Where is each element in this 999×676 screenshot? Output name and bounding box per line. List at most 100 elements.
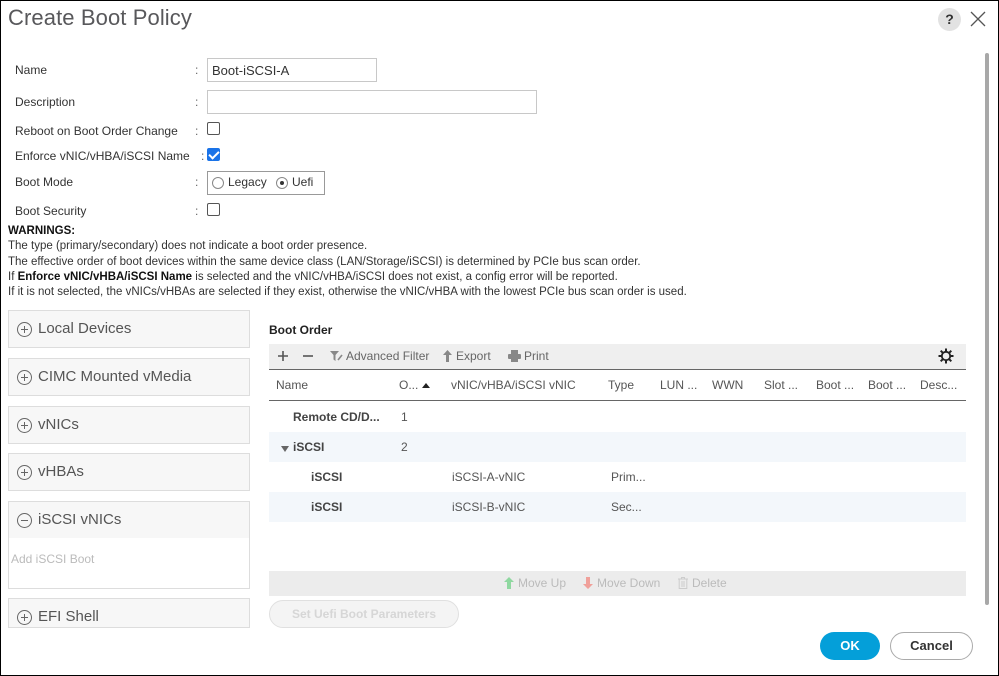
- advanced-filter-button[interactable]: Advanced Filter: [330, 349, 429, 363]
- column-slot[interactable]: Slot ...: [764, 378, 798, 392]
- table-row[interactable]: Remote CD/D... 1: [269, 402, 966, 432]
- add-iscsi-boot-link[interactable]: Add iSCSI Boot: [11, 552, 94, 566]
- accordion-label: CIMC Mounted vMedia: [38, 368, 192, 385]
- add-button[interactable]: [277, 348, 292, 362]
- arrow-down-icon: [583, 577, 593, 589]
- name-input[interactable]: [207, 58, 377, 82]
- help-button[interactable]: ?: [938, 8, 961, 31]
- uefi-label[interactable]: Uefi: [292, 175, 313, 189]
- expand-icon: [17, 417, 32, 433]
- warnings-block: WARNINGS: The type (primary/secondary) d…: [8, 224, 687, 300]
- boot-mode-radio-group: Legacy Uefi: [207, 171, 325, 195]
- accordion-label: EFI Shell: [38, 608, 99, 625]
- column-name[interactable]: Name: [276, 378, 308, 392]
- delete-button[interactable]: Delete: [678, 576, 727, 590]
- colon: :: [195, 124, 199, 138]
- warning-line: The type (primary/secondary) does not in…: [8, 240, 368, 253]
- advanced-filter-label: Advanced Filter: [346, 349, 430, 363]
- column-boot-2[interactable]: Boot ...: [868, 378, 906, 392]
- column-vnic[interactable]: vNIC/vHBA/iSCSI vNIC: [451, 378, 576, 392]
- boot-order-actions: Move Up Move Down Delete: [269, 571, 966, 596]
- warnings-heading: WARNINGS:: [8, 225, 76, 237]
- cell-vnic: iSCSI-B-vNIC: [452, 500, 526, 514]
- boot-order-toolbar: Advanced Filter Export Print: [269, 344, 966, 370]
- boot-order-title: Boot Order: [269, 323, 333, 337]
- cell-order: 1: [401, 410, 408, 424]
- move-down-label: Move Down: [597, 576, 661, 590]
- enforce-label: Enforce vNIC/vHBA/iSCSI Name: [15, 149, 190, 163]
- expand-icon: [17, 369, 32, 385]
- colon: :: [201, 149, 205, 163]
- boot-security-checkbox[interactable]: [207, 203, 220, 216]
- accordion-label: iSCSI vNICs: [38, 511, 122, 528]
- question-icon: ?: [945, 11, 954, 27]
- description-input[interactable]: [207, 90, 537, 114]
- accordion-vhbas[interactable]: vHBAs: [8, 453, 250, 491]
- reboot-label: Reboot on Boot Order Change: [15, 124, 178, 138]
- uefi-radio[interactable]: [276, 177, 288, 189]
- boot-mode-label: Boot Mode: [15, 175, 74, 189]
- legacy-radio[interactable]: [212, 177, 224, 189]
- export-button[interactable]: Export: [442, 349, 491, 363]
- accordion-efi-shell[interactable]: EFI Shell: [8, 598, 250, 628]
- accordion-label: vHBAs: [38, 463, 84, 480]
- close-button[interactable]: [967, 8, 989, 30]
- table-row[interactable]: iSCSI iSCSI-A-vNIC Prim...: [269, 462, 966, 492]
- cell-vnic: iSCSI-A-vNIC: [452, 470, 526, 484]
- print-button[interactable]: Print: [508, 349, 549, 363]
- trash-icon: [678, 577, 688, 589]
- sort-ascending-icon: [422, 383, 431, 388]
- move-down-button[interactable]: Move Down: [583, 576, 660, 590]
- export-label: Export: [456, 349, 491, 363]
- column-description[interactable]: Desc...: [920, 378, 957, 392]
- warning-text: If: [8, 270, 18, 283]
- table-row[interactable]: iSCSI 2: [269, 432, 966, 462]
- gear-icon: [938, 348, 954, 364]
- ok-button[interactable]: OK: [820, 632, 880, 660]
- accordion-local-devices[interactable]: Local Devices: [8, 310, 250, 348]
- print-label: Print: [524, 349, 549, 363]
- minus-icon: [303, 355, 313, 357]
- move-up-button[interactable]: Move Up: [504, 576, 566, 590]
- colon: :: [195, 175, 199, 189]
- warning-bold-text: Enforce vNIC/vHBA/iSCSI Name: [17, 270, 193, 283]
- legacy-label[interactable]: Legacy: [228, 175, 267, 189]
- close-icon: [970, 11, 986, 27]
- expand-icon: [17, 609, 32, 625]
- delete-label: Delete: [692, 576, 727, 590]
- remove-button[interactable]: [302, 348, 317, 362]
- set-uefi-boot-parameters-button[interactable]: Set Uefi Boot Parameters: [269, 600, 459, 628]
- name-label: Name: [15, 63, 48, 77]
- accordion-cimc-mounted-vmedia[interactable]: CIMC Mounted vMedia: [8, 358, 250, 396]
- cell-type: Sec...: [611, 500, 642, 514]
- caret-down-icon[interactable]: [281, 446, 289, 452]
- column-wwn[interactable]: WWN: [712, 378, 743, 392]
- colon: :: [195, 63, 199, 77]
- cell-name: Remote CD/D...: [293, 410, 380, 424]
- vertical-scrollbar[interactable]: [985, 53, 989, 605]
- cell-name: iSCSI: [311, 500, 343, 514]
- column-type[interactable]: Type: [608, 378, 634, 392]
- enforce-checkbox[interactable]: [207, 148, 220, 161]
- table-settings-button[interactable]: [938, 348, 954, 367]
- cancel-button[interactable]: Cancel: [890, 632, 973, 660]
- warning-line: The effective order of boot devices with…: [8, 255, 641, 268]
- cell-order: 2: [401, 440, 408, 454]
- expand-icon: [17, 321, 32, 337]
- column-boot-1[interactable]: Boot ...: [816, 378, 854, 392]
- cell-name: iSCSI: [293, 440, 325, 454]
- column-order[interactable]: O...: [399, 378, 431, 392]
- boot-security-label: Boot Security: [15, 204, 87, 218]
- column-lun[interactable]: LUN ...: [660, 378, 697, 392]
- table-row[interactable]: iSCSI iSCSI-B-vNIC Sec...: [269, 492, 966, 522]
- expand-icon: [17, 464, 32, 480]
- reboot-checkbox[interactable]: [207, 122, 220, 135]
- accordion-iscsi-vnics[interactable]: iSCSI vNICs Add iSCSI Boot: [8, 501, 250, 589]
- accordion-vnics[interactable]: vNICs: [8, 406, 250, 444]
- warning-line: If it is not selected, the vNICs/vHBAs a…: [8, 286, 687, 299]
- plus-icon: [278, 351, 288, 361]
- colon: :: [195, 204, 199, 218]
- printer-icon: [508, 350, 521, 362]
- arrow-up-icon: [443, 350, 452, 362]
- move-up-label: Move Up: [518, 576, 567, 590]
